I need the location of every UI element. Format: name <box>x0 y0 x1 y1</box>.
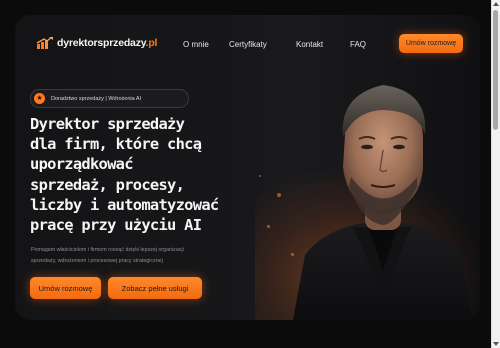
bokeh-light <box>267 225 270 228</box>
hero-badge: ★ Doradztwo sprzedaży | Wdrożenia AI <box>30 89 189 108</box>
headline-line: liczby i automatyzować <box>30 195 219 214</box>
portrait-image <box>293 85 473 320</box>
badge-text: Doradztwo sprzedaży | Wdrożenia AI <box>51 95 142 102</box>
description-line: sprzedaży, wdrożeniom i procesowej pracy… <box>31 258 163 264</box>
scroll-down-icon[interactable] <box>493 342 499 346</box>
headline-line: sprzedaż, procesy, <box>30 175 185 194</box>
bokeh-light <box>259 175 261 177</box>
nav-book-call-button[interactable]: Umów rozmowę <box>399 34 463 53</box>
see-services-button[interactable]: Zobacz pełne usługi <box>108 277 202 299</box>
bokeh-light <box>277 193 281 197</box>
hero-description: Pomagam właścicielom i firmom rosnąć dzi… <box>31 245 241 267</box>
headline-line: Dyrektor sprzedaży <box>30 115 185 133</box>
nav-link-faq[interactable]: FAQ <box>350 40 366 49</box>
scrollbar-thumb[interactable] <box>493 10 498 130</box>
page-scrollbar[interactable] <box>491 0 500 348</box>
book-call-button[interactable]: Umów rozmowę <box>30 277 101 299</box>
description-line: Pomagam właścicielom i firmom rosnąć dzi… <box>31 247 184 253</box>
star-icon: ★ <box>34 93 45 104</box>
hero-section: dyrektorsprzedazy.pl O mnie Certyfikaty … <box>15 15 480 320</box>
hero-headline: Dyrektor sprzedaży dla firm, które chcą … <box>30 114 250 235</box>
nav-link-about[interactable]: O mnie <box>183 40 209 49</box>
nav-link-contact[interactable]: Kontakt <box>296 40 323 49</box>
headline-line: dla firm, które chcą <box>30 135 202 154</box>
nav-link-certificates[interactable]: Certyfikaty <box>229 40 267 49</box>
headline-line: uporządkować <box>30 155 133 174</box>
scroll-up-icon[interactable] <box>493 2 499 6</box>
headline-line: pracę przy użyciu AI <box>30 216 202 235</box>
